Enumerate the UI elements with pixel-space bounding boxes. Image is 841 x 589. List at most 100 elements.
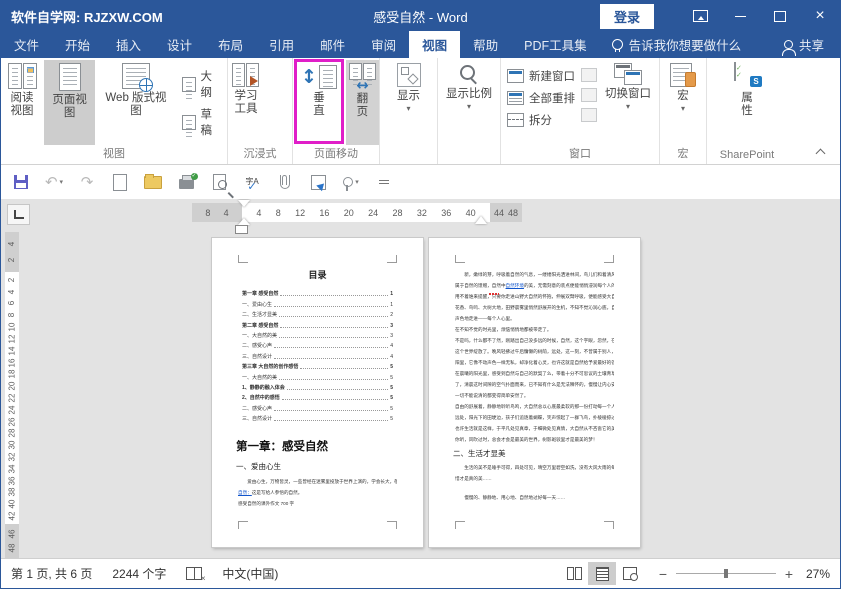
minimize-button[interactable]	[720, 1, 760, 31]
document-page-2[interactable]: 新，嫩绿的芽，呼吸着自然的气息，一缕缕阳光洒进林间，鸟儿们和着清风唱起了歌，这是…	[429, 238, 640, 547]
ribbon-group-show: 显示 ▾	[380, 58, 438, 164]
attach-file-button[interactable]	[275, 171, 295, 193]
toc-page-number: 3	[390, 333, 393, 339]
ribbon-tab[interactable]: 视图	[409, 31, 460, 58]
print-preview-icon	[213, 174, 226, 190]
redo-button[interactable]: ↷	[77, 171, 97, 193]
properties-button[interactable]: ✓✓S 属性	[731, 60, 763, 145]
ribbon-tab[interactable]: PDF工具集	[511, 31, 600, 58]
ribbon-tab[interactable]: 开始	[52, 31, 103, 58]
zoom-out-button[interactable]: −	[658, 566, 668, 582]
print-layout-view-button[interactable]	[588, 562, 616, 585]
edit-pen-icon	[311, 175, 326, 190]
read-mode-view-button[interactable]	[560, 562, 588, 585]
ribbon-tab[interactable]: 邮件	[307, 31, 358, 58]
web-layout-view-button[interactable]	[616, 562, 644, 585]
hanging-indent-marker[interactable]	[238, 212, 250, 225]
zoom-percentage[interactable]: 27%	[794, 567, 830, 581]
draft-view-button[interactable]: 草稿	[182, 106, 223, 138]
macros-button[interactable]: 宏 ▾	[667, 60, 699, 145]
new-document-button[interactable]	[110, 171, 130, 193]
save-button[interactable]	[11, 171, 31, 193]
close-button[interactable]: ×	[800, 1, 840, 31]
printer-icon: ✓	[179, 179, 194, 189]
margin-mark	[238, 521, 248, 529]
ribbon-display-options-button[interactable]	[680, 1, 720, 31]
new-document-icon	[113, 174, 127, 191]
touch-mode-button[interactable]: ▾	[341, 171, 361, 193]
new-window-icon	[507, 69, 524, 83]
ruler-right-margin: 4448	[490, 203, 522, 222]
zoom-slider[interactable]	[676, 573, 776, 574]
ruler-number: 2	[8, 278, 16, 282]
zoom-dropdown-button[interactable]: 显示比例 ▾	[443, 60, 495, 145]
dropdown-arrow-icon: ▾	[681, 104, 685, 113]
ribbon-tab[interactable]: 设计	[154, 31, 205, 58]
section-heading: 二、生活才显美	[453, 448, 616, 459]
vertical-ruler[interactable]: 42 2468101214161820222426283032343638404…	[5, 232, 19, 558]
quick-print-button[interactable]: ✓	[176, 171, 196, 193]
language-indicator[interactable]: 中文(中国)	[212, 565, 288, 582]
proofing-status-button[interactable]	[176, 567, 212, 580]
share-button[interactable]: 共享	[768, 31, 840, 58]
page-number-indicator[interactable]: 第 1 页, 共 6 页	[1, 565, 102, 582]
ruler-number: 38	[8, 488, 16, 497]
ribbon-group-immersive: 学习工具 沉浸式	[228, 58, 293, 164]
toc-title: 目录	[212, 268, 423, 281]
print-layout-icon	[59, 63, 81, 91]
vertical-page-movement-button[interactable]: ↕ 垂直	[298, 62, 340, 141]
ruler-number: 4	[224, 208, 229, 218]
minimize-icon	[735, 16, 746, 17]
print-layout-button[interactable]: 页面视图	[44, 60, 95, 145]
tell-me-box[interactable]: 告诉我你想要做什么	[600, 31, 754, 58]
toc-entry-title: 二、感受心声	[242, 342, 272, 349]
document-page-1[interactable]: 目录 第一章 感受自然1一、爱由心生1二、生活才显美2第二章 感受自然3一、大自…	[212, 238, 423, 547]
toc-leader	[282, 399, 388, 400]
edit-form-button[interactable]	[308, 171, 328, 193]
ribbon-tab[interactable]: 帮助	[460, 31, 511, 58]
spelling-grammar-button[interactable]: 字A✓	[242, 171, 262, 193]
ruler-number: 10	[8, 323, 16, 332]
open-button[interactable]	[143, 171, 163, 193]
undo-button[interactable]: ↶▾	[44, 171, 64, 193]
split-button[interactable]: 拆分	[507, 110, 575, 130]
vruler-text-area: 24681012141618202224262830323436384042	[5, 272, 19, 524]
ribbon-tab[interactable]: 文件	[1, 31, 52, 58]
toc-page-number: 2	[390, 312, 393, 318]
site-title: 软件自学网: RJZXW.COM	[11, 7, 163, 26]
quick-access-toolbar: ↶▾ ↷ ✓ 字A✓ ▾	[1, 165, 840, 199]
ruler-number: 12	[8, 334, 16, 343]
print-preview-button[interactable]	[209, 171, 229, 193]
ribbon-tab[interactable]: 审阅	[358, 31, 409, 58]
left-indent-marker[interactable]	[235, 225, 248, 234]
right-indent-marker[interactable]	[475, 210, 487, 224]
body-line: 生活的美不是唾手可得，四处可见，晴空万里碧空如洗，没有大风大雨的每一天，都值得珍	[455, 462, 614, 473]
ribbon-tab[interactable]: 插入	[103, 31, 154, 58]
word-count-indicator[interactable]: 2244 个字	[102, 565, 176, 582]
sign-in-button[interactable]: 登录	[600, 4, 654, 29]
collapse-ribbon-button[interactable]	[817, 147, 826, 156]
ruler-left-margin: 84	[192, 203, 242, 222]
arrange-all-button[interactable]: 全部重排	[507, 88, 575, 108]
side-to-side-button[interactable]: ↔ 翻页	[346, 60, 379, 145]
learning-tools-button[interactable]: 学习工具	[229, 60, 263, 145]
tab-stop-selector[interactable]	[7, 204, 30, 225]
margin-mark	[387, 521, 397, 529]
ribbon-tab[interactable]: 引用	[256, 31, 307, 58]
zoom-in-button[interactable]: +	[784, 566, 794, 582]
ribbon-tab[interactable]: 布局	[205, 31, 256, 58]
read-mode-button[interactable]: 阅读视图	[2, 60, 42, 145]
zoom-slider-thumb[interactable]	[724, 569, 728, 578]
ruler-number: 20	[8, 382, 16, 391]
outline-view-button[interactable]: 大纲	[182, 68, 223, 100]
show-dropdown-button[interactable]: 显示 ▾	[394, 60, 424, 145]
touch-pointer-icon	[343, 177, 353, 187]
new-window-button[interactable]: 新建窗口	[507, 66, 575, 86]
maximize-button[interactable]	[760, 1, 800, 31]
ruler-number: 24	[368, 208, 378, 218]
horizontal-ruler[interactable]: 84 481216202428323640 4448	[192, 203, 522, 222]
switch-windows-button[interactable]: 切换窗口 ▾	[602, 60, 654, 145]
toc-entry: 二、生活才显美2	[242, 308, 393, 318]
web-layout-button[interactable]: Web 版式视图	[97, 60, 174, 145]
customize-qat-button[interactable]	[374, 171, 394, 193]
